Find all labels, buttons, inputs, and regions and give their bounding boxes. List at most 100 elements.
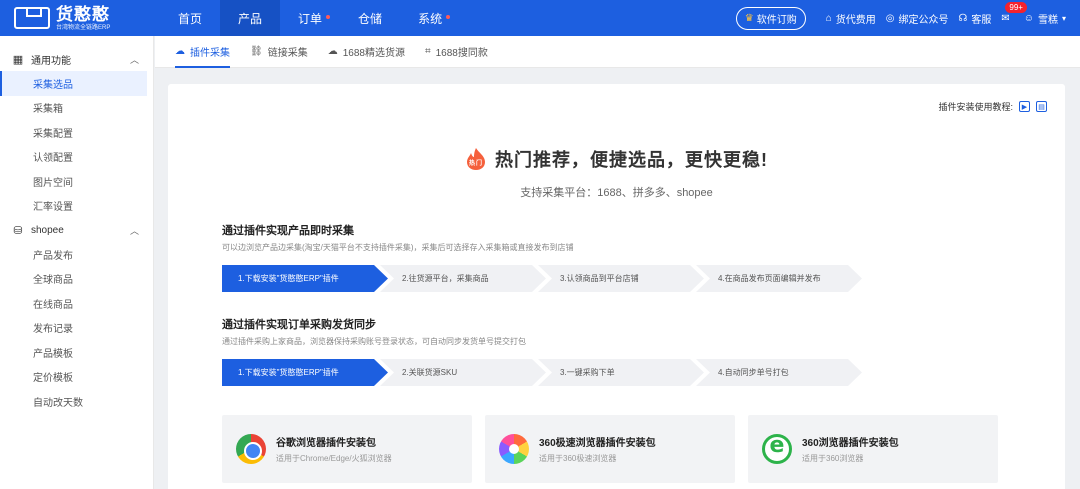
tab-label: 链接采集 — [267, 47, 308, 59]
notification-dot — [446, 15, 451, 19]
sidebar-item-global-products[interactable]: 全球商品 — [0, 267, 153, 292]
card-title: 360浏览器插件安装包 — [802, 438, 899, 449]
scan-icon: ⌗ — [424, 45, 431, 57]
sidebar-group-label: 通用功能 — [31, 55, 71, 67]
brand-subtitle: 台湾物流全链路ERP — [56, 24, 111, 31]
sidebar-item-publish-records[interactable]: 发布记录 — [0, 316, 153, 341]
brand-logo[interactable]: 货憨憨 台湾物流全链路ERP — [0, 0, 156, 36]
forwarder-fee-label: 货代费用 — [835, 14, 876, 26]
step-flow: 1.下载安装"货憨憨ERP"插件 2.往货源平台，采集商品 3.认领商品到平台店… — [222, 265, 922, 292]
sidebar-item-image-space[interactable]: 图片空间 — [0, 169, 153, 194]
plugin-downloads: 谷歌浏览器插件安装包 适用于Chrome/Edge/火狐浏览器 360极速浏览器… — [222, 415, 1011, 483]
step-item[interactable]: 1.下载安装"货憨憨ERP"插件 — [222, 265, 388, 292]
plugin-collect-panel: 插件安装使用教程: ▶ ▤ 热门 热门推荐，便捷选品，更快更稳! 支持采集平台：… — [168, 84, 1065, 489]
video-tutorial-icon[interactable]: ▶ — [1019, 101, 1030, 112]
hero-subtitle: 支持采集平台：1688、拼多多、shopee — [520, 187, 713, 199]
card-subtitle: 适用于Chrome/Edge/火狐浏览器 — [276, 454, 392, 463]
card-subtitle: 适用于360浏览器 — [802, 454, 864, 463]
doc-tutorial-icon[interactable]: ▤ — [1036, 101, 1047, 112]
tab-link-collect[interactable]: ⛓ 链接采集 — [240, 35, 318, 67]
nav-label: 产品 — [238, 11, 263, 26]
sidebar-item-auto-days[interactable]: 自动改天数 — [0, 389, 153, 414]
customer-service-link[interactable]: ☊ 客服 — [958, 11, 991, 26]
sidebar-item-label: 发布记录 — [33, 324, 73, 336]
section-instant-collect: 通过插件实现产品即时采集 可以边浏览产品边采集(淘宝/天猫平台不支持插件采集)，… — [222, 222, 922, 292]
tab-label: 1688精选货源 — [342, 47, 405, 59]
tab-plugin-collect[interactable]: ☁ 插件采集 — [165, 35, 240, 68]
headset-icon: ☊ — [958, 12, 968, 24]
sidebar-group-general[interactable]: ▦ 通用功能 ︿ — [0, 47, 153, 71]
software-order-button[interactable]: ♛ 软件订购 — [735, 6, 806, 30]
card-title: 谷歌浏览器插件安装包 — [276, 438, 376, 449]
nav-label: 订单 — [298, 11, 323, 26]
chevron-up-icon: ︿ — [129, 225, 139, 236]
grid-icon: ▦ — [12, 53, 24, 66]
hero-banner: 热门 热门推荐，便捷选品，更快更稳! 支持采集平台：1688、拼多多、shope… — [168, 146, 1065, 200]
collect-tabs: ☁ 插件采集 ⛓ 链接采集 ☁ 1688精选货源 ⌗ 1688搜同款 — [155, 36, 1080, 68]
360-browser-icon — [762, 433, 792, 464]
nav-home[interactable]: 首页 — [160, 0, 220, 36]
step-label: 1.下载安装"货憨憨ERP"插件 — [238, 368, 339, 377]
sidebar-item-exchange-rate[interactable]: 汇率设置 — [0, 194, 153, 219]
chrome-plugin-card[interactable]: 谷歌浏览器插件安装包 适用于Chrome/Edge/火狐浏览器 — [222, 415, 472, 483]
sidebar-item-collect-box[interactable]: 采集箱 — [0, 96, 153, 121]
sidebar-group-shopee[interactable]: ⛁ shopee ︿ — [0, 218, 153, 242]
sidebar-item-label: 在线商品 — [33, 299, 73, 311]
building-icon: ⌂ — [825, 12, 832, 24]
sidebar-item-product-publish[interactable]: 产品发布 — [0, 242, 153, 267]
plugin-tutorial: 插件安装使用教程: ▶ ▤ — [938, 100, 1047, 113]
sidebar-item-claim-config[interactable]: 认领配置 — [0, 145, 153, 170]
step-item[interactable]: 1.下载安装"货憨憨ERP"插件 — [222, 359, 388, 386]
sidebar-item-online-products[interactable]: 在线商品 — [0, 291, 153, 316]
sidebar-item-label: 自动改天数 — [33, 397, 83, 409]
nav-warehouse[interactable]: 仓储 — [340, 0, 400, 36]
sidebar-item-product-templates[interactable]: 产品模板 — [0, 340, 153, 365]
card-title: 360极速浏览器插件安装包 — [539, 438, 656, 449]
sidebar-item-collect-select[interactable]: 采集选品 — [0, 71, 147, 96]
step-label: 3.认领商品到平台店铺 — [560, 274, 639, 283]
fire-label: 热门 — [469, 159, 483, 167]
hero-title: 热门推荐，便捷选品，更快更稳! — [495, 150, 768, 170]
username: 雪糕 — [1037, 14, 1058, 26]
360-browser-plugin-card[interactable]: 360浏览器插件安装包 适用于360浏览器 — [748, 415, 998, 483]
360-speed-icon — [499, 434, 529, 464]
tab-1688-search-same[interactable]: ⌗ 1688搜同款 — [415, 35, 498, 67]
sidebar-item-collect-config[interactable]: 采集配置 — [0, 120, 153, 145]
bind-wechat-link[interactable]: ◎ 绑定公众号 — [886, 11, 949, 26]
chevron-up-icon: ︿ — [129, 54, 139, 65]
section-desc: 通过插件采购上家商品，浏览器保持采购账号登录状态，可自动同步发货单号提交打包 — [222, 337, 526, 346]
nav-product[interactable]: 产品 — [220, 0, 281, 36]
tab-label: 插件采集 — [190, 47, 230, 59]
sidebar-item-label: 产品模板 — [33, 348, 73, 360]
nav-system[interactable]: 系统 — [400, 0, 460, 36]
crown-icon: ♛ — [744, 12, 754, 24]
step-item: 2.往货源平台，采集商品 — [380, 265, 546, 292]
link-icon: ⛓ — [250, 45, 263, 57]
forwarder-fee-link[interactable]: ⌂ 货代费用 — [826, 11, 876, 26]
main-nav: 首页 产品 订单 仓储 系统 — [160, 0, 460, 36]
step-label: 2.往货源平台，采集商品 — [402, 274, 489, 283]
step-flow: 1.下载安装"货憨憨ERP"插件 2.关联货源SKU 3.一键采购下单 4.自动… — [222, 359, 922, 386]
customer-service-label: 客服 — [971, 14, 992, 26]
nav-order[interactable]: 订单 — [280, 0, 340, 36]
sidebar-item-label: 全球商品 — [33, 275, 73, 287]
nav-label: 系统 — [418, 11, 443, 26]
sidebar-item-label: 采集箱 — [33, 104, 63, 116]
chrome-icon — [236, 434, 266, 464]
software-order-label: 软件订购 — [756, 14, 797, 26]
sidebar-item-label: 产品发布 — [33, 250, 73, 262]
tab-1688-selected[interactable]: ☁ 1688精选货源 — [318, 35, 415, 67]
sidebar: ▦ 通用功能 ︿ 采集选品 采集箱 采集配置 认领配置 图片空间 汇率设置 ⛁ … — [0, 36, 154, 489]
wechat-icon: ◎ — [885, 12, 895, 24]
bind-wechat-label: 绑定公众号 — [898, 14, 949, 26]
user-menu[interactable]: ☺ 雪糕 ▾ — [1024, 11, 1066, 26]
brand-name: 货憨憨 — [56, 4, 110, 24]
sidebar-item-pricing-templates[interactable]: 定价模板 — [0, 365, 153, 390]
mail-icon: ✉ — [1001, 12, 1010, 24]
messages-button[interactable]: ✉ 99+ — [1001, 1, 1027, 24]
section-title: 通过插件实现产品即时采集 — [222, 225, 354, 237]
step-label: 3.一键采购下单 — [560, 368, 615, 377]
fire-hot-icon: 热门 — [467, 148, 485, 170]
360-speed-plugin-card[interactable]: 360极速浏览器插件安装包 适用于360极速浏览器 — [485, 415, 735, 483]
cloud-icon: ☁ — [175, 45, 185, 57]
